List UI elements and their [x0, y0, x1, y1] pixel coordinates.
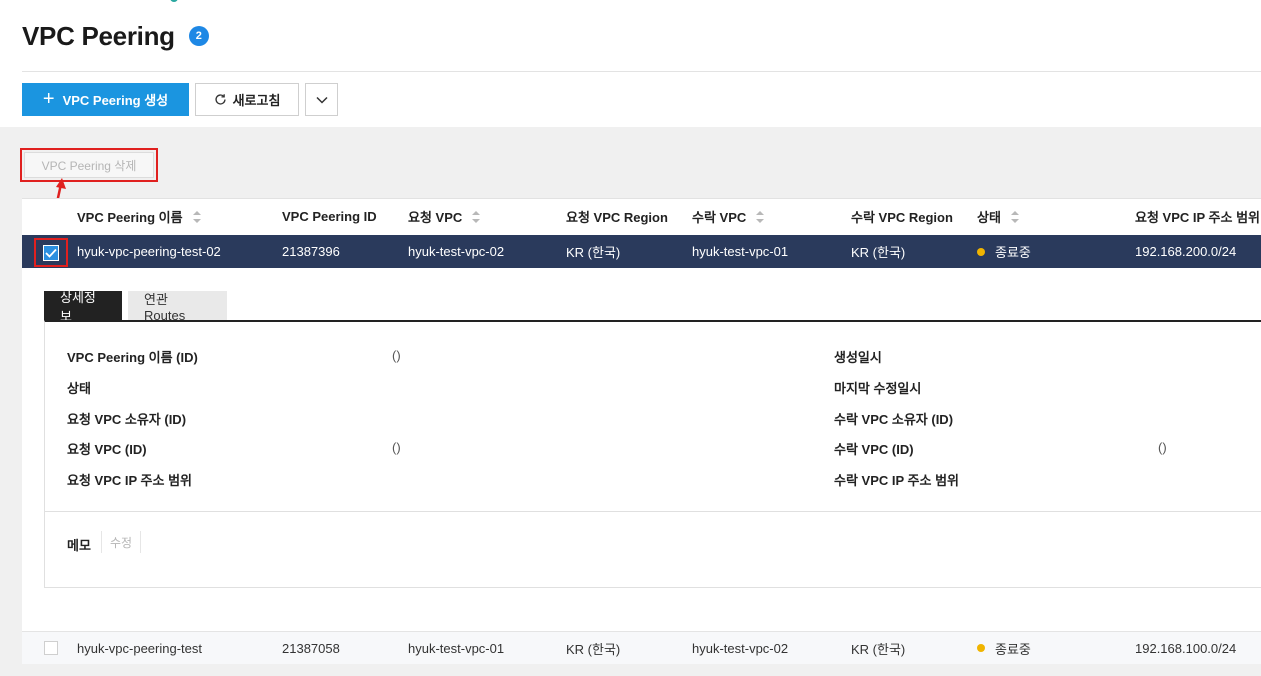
- detail-tabs: 상세정보 연관 Routes: [44, 290, 227, 324]
- label-accept-owner: 수락 VPC 소유자 (ID): [834, 412, 954, 427]
- row-checkbox[interactable]: [43, 244, 59, 261]
- tab-related-routes[interactable]: 연관 Routes: [128, 291, 227, 323]
- title-divider: [22, 71, 1261, 72]
- label-peering-name: VPC Peering 이름 (ID): [67, 350, 198, 365]
- refresh-icon: [214, 93, 227, 106]
- breadcrumb-remnant: [170, 0, 178, 2]
- table-row[interactable]: hyuk-vpc-peering-test-02 21387396 hyuk-t…: [22, 235, 1261, 268]
- check-icon: [45, 248, 57, 258]
- cell-name[interactable]: hyuk-vpc-peering-test-02: [77, 235, 221, 268]
- cell-id: 21387058: [282, 640, 340, 656]
- create-vpc-peering-button[interactable]: + VPC Peering 생성: [22, 83, 189, 116]
- cell-status: 종료중: [977, 235, 1031, 268]
- header-name[interactable]: VPC Peering 이름: [77, 199, 201, 234]
- header-accept-vpc[interactable]: 수락 VPC: [692, 199, 765, 234]
- cell-accept-region: KR (한국): [851, 245, 906, 260]
- header-request-ip: 요청 VPC IP 주소 범위: [1135, 210, 1260, 225]
- delete-highlight-box: VPC Peering 삭제: [20, 148, 158, 182]
- label-status: 상태: [67, 381, 91, 396]
- label-request-ip: 요청 VPC IP 주소 범위: [67, 473, 192, 488]
- vpc-peering-table: VPC Peering 이름 VPC Peering ID 요청 VPC 요청 …: [22, 198, 1261, 664]
- chevron-down-icon: [315, 96, 328, 104]
- cell-request-region: KR (한국): [566, 641, 621, 657]
- plus-icon: +: [42, 87, 55, 110]
- more-options-button[interactable]: [305, 83, 338, 116]
- cell-request-region: KR (한국): [566, 245, 621, 260]
- sort-icon[interactable]: [1010, 210, 1019, 223]
- cell-accept-region: KR (한국): [851, 641, 906, 657]
- label-request-vpc: 요청 VPC (ID): [67, 442, 147, 457]
- cell-request-vpc: hyuk-test-vpc-02: [408, 244, 505, 259]
- label-created-at: 생성일시: [834, 350, 882, 365]
- status-dot-icon: [977, 644, 985, 652]
- header-request-vpc[interactable]: 요청 VPC: [408, 199, 481, 234]
- sort-icon[interactable]: [192, 210, 201, 223]
- memo-divider: [45, 511, 1261, 512]
- create-label: VPC Peering 생성: [62, 93, 169, 108]
- cell-id: 21387396: [282, 244, 340, 259]
- row-checkbox-cell: [44, 632, 58, 664]
- label-accept-ip: 수락 VPC IP 주소 범위: [834, 473, 959, 488]
- page-title: VPC Peering: [22, 20, 175, 51]
- cell-accept-vpc: hyuk-test-vpc-02: [692, 640, 789, 656]
- sort-icon[interactable]: [472, 210, 481, 223]
- delete-vpc-peering-button[interactable]: VPC Peering 삭제: [24, 152, 154, 178]
- table-row[interactable]: hyuk-vpc-peering-test 21387058 hyuk-test…: [22, 631, 1261, 664]
- table-header: VPC Peering 이름 VPC Peering ID 요청 VPC 요청 …: [22, 199, 1261, 234]
- cell-request-ip: 192.168.200.0/24: [1135, 244, 1237, 259]
- count-badge: 2: [188, 26, 209, 46]
- cell-name[interactable]: hyuk-vpc-peering-test: [77, 632, 202, 664]
- cell-status: 종료중: [977, 632, 1031, 664]
- refresh-label: 새로고침: [232, 93, 281, 108]
- value-request-vpc: (): [392, 440, 401, 455]
- checkbox-highlight-box: [34, 238, 68, 267]
- title-row: VPC Peering 2: [22, 18, 209, 54]
- header-request-region: 요청 VPC Region: [566, 210, 668, 225]
- cell-request-ip: 192.168.100.0/24: [1135, 640, 1237, 656]
- tab-details[interactable]: 상세정보: [44, 290, 122, 324]
- value-peering-name: (): [392, 348, 401, 363]
- label-accept-vpc: 수락 VPC (ID): [834, 442, 914, 457]
- cell-accept-vpc: hyuk-test-vpc-01: [692, 244, 789, 259]
- toolbar: + VPC Peering 생성 새로고침: [22, 83, 338, 116]
- header-id: VPC Peering ID: [282, 209, 377, 224]
- refresh-button[interactable]: 새로고침: [195, 83, 299, 116]
- value-accept-vpc: (): [1158, 440, 1167, 455]
- label-modified-at: 마지막 수정일시: [834, 381, 922, 396]
- header-accept-region: 수락 VPC Region: [851, 210, 953, 225]
- row-checkbox[interactable]: [44, 641, 58, 655]
- sort-icon[interactable]: [756, 210, 765, 223]
- vpc-peering-page: VPC Peering 2 + VPC Peering 생성 새로고침 VPC …: [0, 0, 1261, 676]
- label-memo: 메모: [67, 538, 91, 553]
- label-request-owner: 요청 VPC 소유자 (ID): [67, 412, 187, 427]
- status-dot-icon: [977, 247, 985, 256]
- memo-edit-button[interactable]: 수정: [101, 531, 141, 553]
- detail-panel: VPC Peering 이름 (ID) () 상태 요청 VPC 소유자 (ID…: [44, 320, 1261, 588]
- header-status[interactable]: 상태: [977, 199, 1019, 234]
- cell-request-vpc: hyuk-test-vpc-01: [408, 640, 505, 656]
